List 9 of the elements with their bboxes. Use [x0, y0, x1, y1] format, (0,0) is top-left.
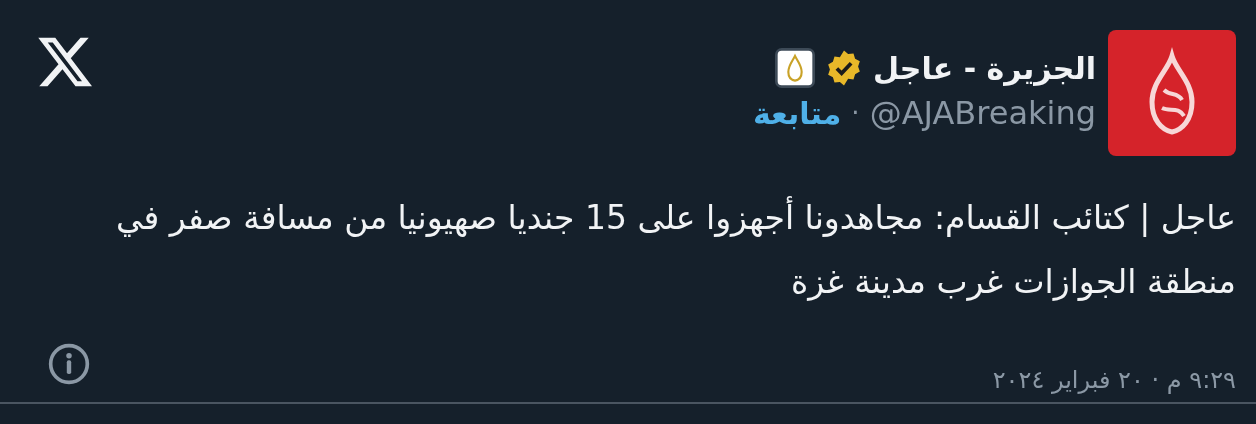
avatar-logo-icon[interactable] [1108, 30, 1236, 156]
account-name[interactable]: الجزيرة - عاجل [873, 50, 1096, 86]
follow-link[interactable]: متابعة [752, 95, 842, 131]
info-icon[interactable] [47, 342, 91, 386]
tweet-text: عاجل | كتائب القسام: مجاهدونا أجهزوا على 15 جنديا صهيونيا من مسافة صفر في منطقة الجوازات غرب مدينة غزة [114, 195, 1236, 303]
tweet-time[interactable]: ٩:٢٩ م · ٢٠ فبراير ٢٠٢٤ [992, 366, 1236, 394]
account-handle[interactable]: @AJABreaking [869, 94, 1096, 132]
affiliate-logo-icon [775, 48, 816, 88]
separator-dot: · [851, 98, 860, 128]
